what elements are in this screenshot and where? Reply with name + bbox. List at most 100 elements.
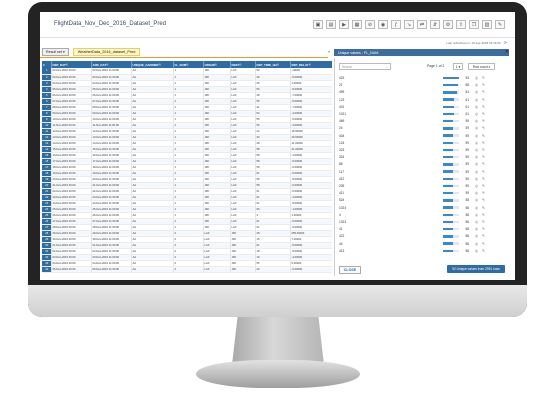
tab-dataset[interactable]: WeatherData_2016_dataset_Pred bbox=[72, 48, 141, 56]
edit-icon[interactable]: ✎ bbox=[482, 83, 489, 87]
unique-value-row[interactable]: 411 59 ◎ ✎ bbox=[339, 190, 503, 196]
eye-icon[interactable]: ◎ bbox=[475, 162, 482, 166]
eye-icon[interactable]: ◎ bbox=[475, 206, 482, 210]
edit-icon[interactable]: ✎ bbox=[482, 98, 489, 102]
edit-icon[interactable]: ✎ bbox=[482, 227, 489, 231]
eye-icon[interactable]: ◎ bbox=[475, 198, 482, 202]
unique-value-row[interactable]: 404 59 ◎ ✎ bbox=[339, 133, 503, 139]
edit-icon[interactable]: ✎ bbox=[482, 141, 489, 145]
export-icon[interactable]: ⇪ bbox=[456, 20, 466, 29]
sort-select[interactable]: Row count ▾ bbox=[468, 63, 495, 70]
eye-icon[interactable]: ◎ bbox=[475, 170, 482, 174]
eye-icon[interactable]: ◎ bbox=[475, 249, 482, 253]
eye-icon[interactable]: ◎ bbox=[475, 105, 482, 109]
edit-icon[interactable]: ✎ bbox=[482, 191, 489, 195]
unique-value-row[interactable]: 124 59 ◎ ✎ bbox=[339, 140, 503, 146]
edit-icon[interactable]: ✎ bbox=[482, 242, 489, 246]
unique-value-row[interactable]: 469 59 ◎ ✎ bbox=[339, 118, 503, 124]
page-select[interactable]: 1 ▾ bbox=[453, 63, 463, 70]
unique-value-row[interactable]: 21 88 ◎ ✎ bbox=[339, 82, 503, 88]
merge-icon[interactable]: ↘ bbox=[404, 20, 414, 29]
eye-icon[interactable]: ◎ bbox=[475, 242, 482, 246]
edit-icon[interactable]: ✎ bbox=[482, 76, 489, 80]
eye-icon[interactable]: ◎ bbox=[475, 184, 482, 188]
table-cell[interactable]: 06-Dec-2016 11:00:00 bbox=[91, 272, 132, 273]
eye-icon[interactable]: ◎ bbox=[475, 98, 482, 102]
eye-icon[interactable]: ◎ bbox=[475, 83, 482, 87]
unique-value-row[interactable]: 24 59 ◎ ✎ bbox=[339, 125, 503, 131]
eye-icon[interactable]: ◎ bbox=[475, 76, 482, 80]
table-row[interactable]: 3506-Dec-2016 00:0006-Dec-2016 11:00:00A… bbox=[42, 272, 332, 273]
eye-icon[interactable]: ◎ bbox=[475, 112, 482, 116]
unique-value-row[interactable]: 524 58 ◎ ✎ bbox=[339, 197, 503, 203]
unique-value-row[interactable]: 422 58 ◎ ✎ bbox=[339, 233, 503, 239]
unique-value-row[interactable]: 4 58 ◎ ✎ bbox=[339, 212, 503, 218]
settings-icon[interactable]: ⚙ bbox=[443, 20, 453, 29]
close-button[interactable]: CLOSE bbox=[339, 266, 361, 274]
edit-icon[interactable]: ✎ bbox=[482, 213, 489, 217]
column-header[interactable]: DEST🔍 bbox=[230, 61, 256, 68]
save-icon[interactable]: ▣ bbox=[313, 20, 323, 29]
table-cell[interactable]: JFK bbox=[230, 272, 256, 273]
eye-icon[interactable]: ◎ bbox=[475, 227, 482, 231]
column-header[interactable]: ARR_DAT🔍 bbox=[91, 61, 132, 68]
column-header[interactable]: # bbox=[42, 61, 52, 68]
unique-value-row[interactable]: 401 61 ◎ ✎ bbox=[339, 104, 503, 110]
column-header[interactable]: DEP_DELAY🔍 bbox=[290, 61, 332, 68]
edit-icon[interactable]: ✎ bbox=[482, 249, 489, 253]
unique-value-row[interactable]: 86 59 ◎ ✎ bbox=[339, 161, 503, 167]
data-table-container[interactable]: # DEP_DAT🔍 ARR_DAT🔍 UNIQUE_CARRIER🔍 FL_NUM🔍 O… bbox=[42, 61, 332, 273]
link-icon[interactable]: ⊘ bbox=[365, 20, 375, 29]
eye-icon[interactable]: ◎ bbox=[475, 234, 482, 238]
unique-value-row[interactable]: 323 59 ◎ ✎ bbox=[339, 147, 503, 153]
column-header[interactable]: ORIGIN🔍 bbox=[203, 61, 231, 68]
edit-icon[interactable]: ✎ bbox=[482, 126, 489, 130]
unique-value-row[interactable]: 123 61 ◎ ✎ bbox=[339, 97, 503, 103]
eye-icon[interactable]: ◎ bbox=[475, 191, 482, 195]
edit-icon[interactable]: ✎ bbox=[482, 184, 489, 188]
edit-icon[interactable]: ✎ bbox=[482, 119, 489, 123]
edit-icon[interactable]: ✎ bbox=[482, 134, 489, 138]
unique-value-row[interactable]: 499 81 ◎ ✎ bbox=[339, 89, 503, 95]
table-cell[interactable]: 06-Dec-2016 00:00 bbox=[51, 272, 92, 273]
run-icon[interactable]: ▶ bbox=[339, 20, 349, 29]
edit-icon[interactable]: ✎ bbox=[482, 90, 489, 94]
eye-icon[interactable]: ◎ bbox=[475, 126, 482, 130]
refresh-icon[interactable]: ⟳ bbox=[504, 40, 507, 45]
table-cell[interactable]: AA bbox=[131, 272, 174, 273]
eye-icon[interactable]: ◉ bbox=[378, 20, 388, 29]
unique-value-row[interactable]: 205 59 ◎ ✎ bbox=[339, 183, 503, 189]
unique-value-row[interactable]: 413 58 ◎ ✎ bbox=[339, 248, 503, 254]
column-header[interactable]: DEP_TIME_HH🔍 bbox=[255, 61, 291, 68]
edit-icon[interactable]: ✎ bbox=[482, 155, 489, 159]
pin-icon[interactable]: ✎ bbox=[495, 20, 505, 29]
join-icon[interactable]: ⇄ bbox=[417, 20, 427, 29]
eye-icon[interactable]: ◎ bbox=[475, 148, 482, 152]
table-cell[interactable]: 2 bbox=[173, 272, 204, 273]
eye-icon[interactable]: ◎ bbox=[475, 213, 482, 217]
table-icon[interactable]: ▥ bbox=[482, 20, 492, 29]
unique-value-row[interactable]: 44 58 ◎ ✎ bbox=[339, 241, 503, 247]
edit-icon[interactable]: ✎ bbox=[482, 177, 489, 181]
unique-value-row[interactable]: 1323 58 ◎ ✎ bbox=[339, 219, 503, 225]
eye-icon[interactable]: ◎ bbox=[475, 220, 482, 224]
close-icon[interactable]: ✕ bbox=[505, 49, 509, 55]
column-header[interactable]: UNIQUE_CARRIER🔍 bbox=[131, 61, 174, 68]
eye-icon[interactable]: ◎ bbox=[475, 90, 482, 94]
eye-icon[interactable]: ◎ bbox=[475, 119, 482, 123]
unique-value-row[interactable]: 1021 61 ◎ ✎ bbox=[339, 111, 503, 117]
chart-icon[interactable]: ▤ bbox=[326, 20, 336, 29]
unique-value-row[interactable]: 1024 58 ◎ ✎ bbox=[339, 205, 503, 211]
unique-value-row[interactable]: 324 59 ◎ ✎ bbox=[339, 154, 503, 160]
filter-icon[interactable]: ▦ bbox=[352, 20, 362, 29]
table-cell[interactable]: LAX bbox=[203, 272, 231, 273]
edit-icon[interactable]: ✎ bbox=[482, 198, 489, 202]
edit-icon[interactable]: ✎ bbox=[482, 206, 489, 210]
search-input[interactable]: Search ⌕ bbox=[339, 63, 391, 70]
split-icon[interactable]: ⇵ bbox=[430, 20, 440, 29]
unique-value-row[interactable]: 117 59 ◎ ✎ bbox=[339, 169, 503, 175]
unique-value-row[interactable]: 412 59 ◎ ✎ bbox=[339, 176, 503, 182]
unique-value-row[interactable]: 41 58 ◎ ✎ bbox=[339, 226, 503, 232]
copy-icon[interactable]: ❐ bbox=[469, 20, 479, 29]
eye-icon[interactable]: ◎ bbox=[475, 155, 482, 159]
